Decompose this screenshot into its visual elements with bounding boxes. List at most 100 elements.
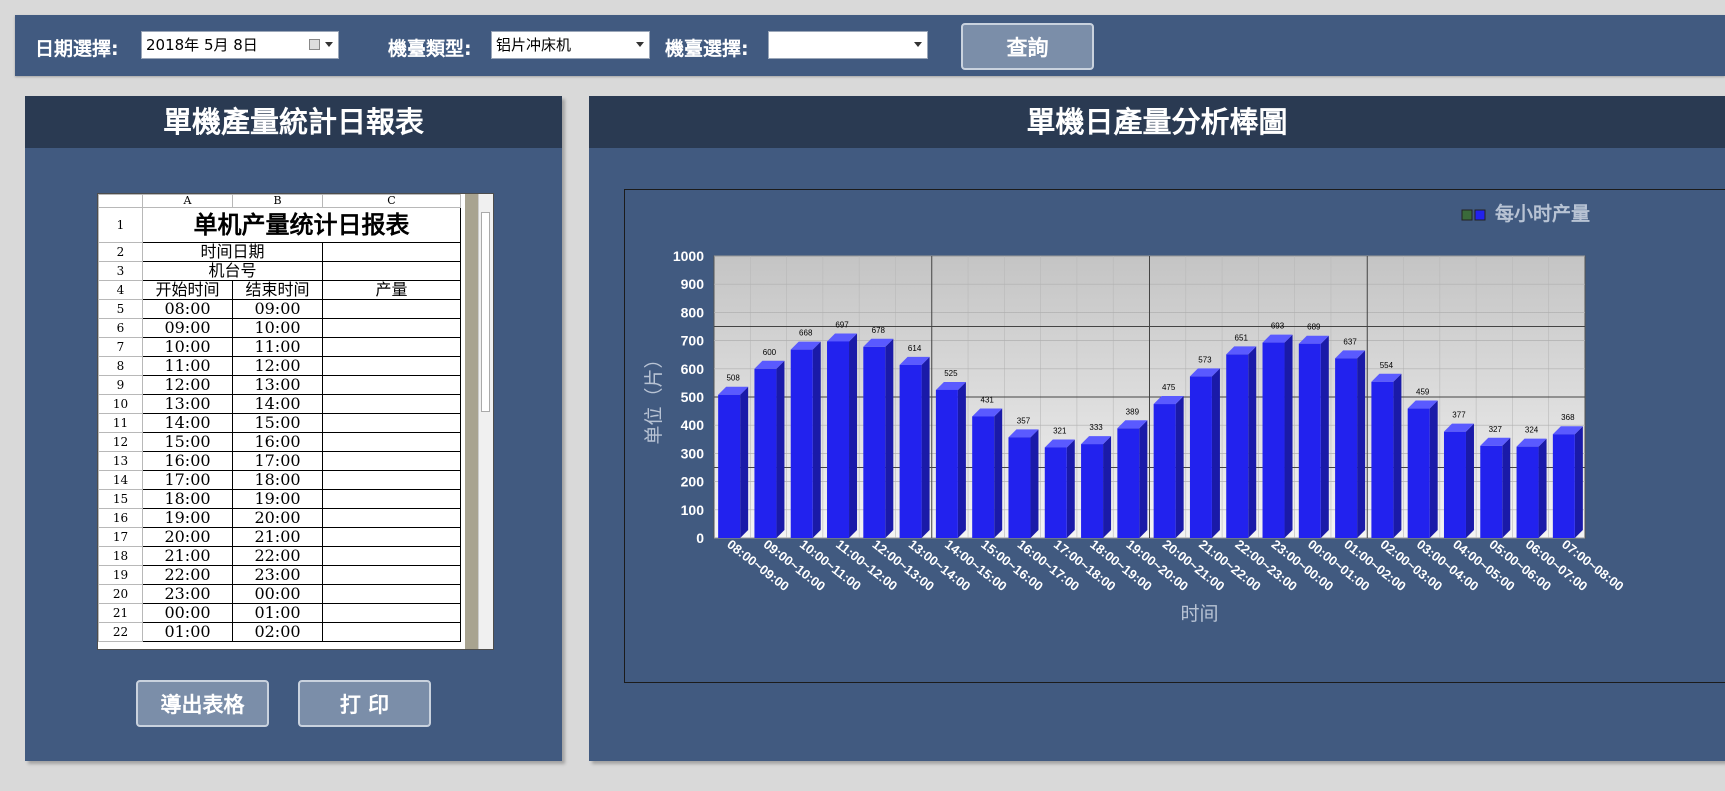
output-cell — [322, 337, 461, 357]
date-value: 2018年 5月 8日 — [146, 36, 258, 54]
end-time-cell: 13:00 — [232, 375, 323, 395]
end-time-cell: 20:00 — [232, 508, 323, 528]
end-time-cell: 22:00 — [232, 546, 323, 566]
table-row: 18 21:00 22:00 — [98, 546, 461, 566]
chevron-down-icon[interactable] — [636, 42, 644, 47]
end-time-cell: 19:00 — [232, 489, 323, 509]
machine-type-value: 铝片冲床机 — [496, 36, 572, 54]
column-header[interactable]: C — [322, 194, 461, 208]
bar-side — [1538, 438, 1547, 538]
table-row: 6 09:00 10:00 — [98, 318, 461, 338]
start-time-cell: 14:00 — [142, 413, 233, 433]
bar-side — [1175, 396, 1184, 538]
chart-frame: 0 100 200 300 400 500 600 700 800 900 1000 508 08:00… — [624, 189, 1725, 683]
column-header[interactable]: B — [232, 194, 323, 208]
output-cell — [322, 470, 461, 490]
toolbar: 日期選擇: 2018年 5月 8日 機臺類型: 铝片冲床机 機臺選擇: 查詢 — [15, 15, 1725, 76]
bar — [972, 416, 995, 538]
bar — [1443, 431, 1466, 538]
start-time-cell: 23:00 — [142, 584, 233, 604]
end-time-cell: 01:00 — [232, 603, 323, 623]
print-button[interactable]: 打 印 — [298, 680, 431, 727]
machine-type-select[interactable]: 铝片冲床机 — [491, 31, 650, 59]
bar — [1480, 445, 1503, 538]
y-tick-label: 900 — [681, 276, 705, 292]
machine-type-label: 機臺類型: — [388, 38, 472, 60]
report-table: A B C 1 单机产量统计日报表 2 时间日期 3 机台号 4 开始时间 结束… — [98, 194, 461, 642]
machine-select-label: 機臺選擇: — [665, 38, 749, 60]
bar-side — [1465, 423, 1474, 538]
bar-side — [776, 360, 785, 538]
end-time-cell: 11:00 — [232, 337, 323, 357]
output-cell — [322, 603, 461, 623]
output-cell — [322, 584, 461, 604]
start-time-cell: 22:00 — [142, 565, 233, 585]
end-time-cell: 10:00 — [232, 318, 323, 338]
data-label: 431 — [981, 395, 995, 404]
sheet-gutter — [465, 194, 479, 649]
scrollbar-thumb[interactable] — [481, 212, 490, 412]
data-label: 327 — [1489, 425, 1503, 434]
bar — [790, 349, 813, 538]
end-time-cell: 18:00 — [232, 470, 323, 490]
query-button[interactable]: 查詢 — [961, 23, 1094, 70]
table-row: 14 17:00 18:00 — [98, 470, 461, 490]
start-time-cell: 17:00 — [142, 470, 233, 490]
bar-side — [921, 356, 930, 538]
bar — [1226, 354, 1249, 538]
data-label: 668 — [799, 329, 813, 338]
column-header[interactable]: A — [142, 194, 233, 208]
data-label: 368 — [1561, 413, 1575, 422]
table-row: 8 11:00 12:00 — [98, 356, 461, 376]
date-row-label: 时间日期 — [142, 242, 323, 262]
sheet-title: 单机产量统计日报表 — [142, 207, 461, 243]
start-time-cell: 09:00 — [142, 318, 233, 338]
chevron-down-icon[interactable] — [914, 42, 922, 47]
table-row: 13 16:00 17:00 — [98, 451, 461, 471]
start-time-cell: 01:00 — [142, 622, 233, 642]
row-number: 20 — [98, 584, 143, 604]
row-number: 19 — [98, 565, 143, 585]
start-time-cell: 15:00 — [142, 432, 233, 452]
table-row: 17 20:00 21:00 — [98, 527, 461, 547]
date-label: 日期選擇: — [35, 38, 119, 60]
export-button[interactable]: 導出表格 — [136, 680, 269, 727]
data-label: 357 — [1017, 416, 1031, 425]
spreadsheet-preview[interactable]: A B C 1 单机产量统计日报表 2 时间日期 3 机台号 4 开始时间 结束… — [97, 193, 494, 650]
start-time-cell: 16:00 — [142, 451, 233, 471]
output-cell — [322, 375, 461, 395]
y-tick-label: 800 — [681, 304, 705, 320]
end-time-cell: 12:00 — [232, 356, 323, 376]
row-number: 9 — [98, 375, 143, 395]
vertical-scrollbar[interactable] — [478, 194, 493, 649]
bar-side — [1139, 420, 1148, 538]
bar — [718, 394, 741, 538]
data-label: 697 — [835, 320, 849, 329]
report-panel-title: 單機產量統計日報表 — [25, 96, 562, 148]
bar — [827, 341, 850, 538]
row-number: 22 — [98, 622, 143, 642]
y-tick-label: 100 — [681, 502, 705, 518]
table-row: 15 18:00 19:00 — [98, 489, 461, 509]
row-number: 21 — [98, 603, 143, 623]
table-row: 20 23:00 00:00 — [98, 584, 461, 604]
data-label: 459 — [1416, 388, 1430, 397]
date-picker[interactable]: 2018年 5月 8日 — [141, 31, 339, 59]
row-number: 17 — [98, 527, 143, 547]
bar — [1552, 434, 1575, 538]
column-header-row: A B C — [98, 194, 461, 208]
bar-side — [1284, 334, 1293, 538]
bar — [1008, 437, 1031, 538]
chevron-down-icon[interactable] — [325, 42, 333, 47]
bar — [1371, 381, 1394, 538]
table-row: 9 12:00 13:00 — [98, 375, 461, 395]
data-label: 377 — [1452, 411, 1466, 420]
y-tick-label: 600 — [681, 361, 705, 377]
bar — [1516, 446, 1539, 538]
table-row: 5 08:00 09:00 — [98, 299, 461, 319]
machine-select[interactable] — [768, 31, 928, 59]
table-row: 3 机台号 — [98, 261, 461, 281]
y-axis-title: 单位（片） — [643, 349, 665, 444]
calendar-icon[interactable] — [309, 39, 320, 50]
corner-cell[interactable] — [98, 194, 143, 208]
